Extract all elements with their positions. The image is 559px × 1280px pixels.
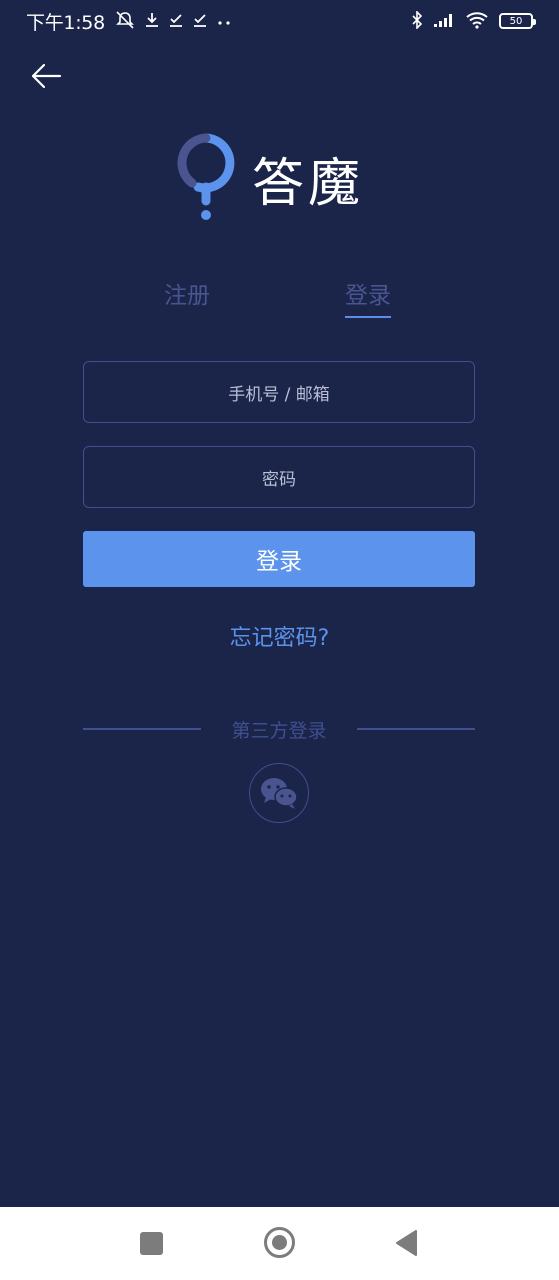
status-right: 50 [411,9,536,32]
auth-tabs: 注册 登录 [0,276,559,322]
arrow-left-icon [31,63,62,89]
divider-left [83,728,201,730]
bluetooth-icon [411,9,423,32]
triangle-back-icon [396,1230,417,1256]
back-button[interactable] [28,58,64,94]
password-input[interactable]: 密码 [83,446,475,508]
status-bar: 下午1:58 50 [0,0,559,42]
tab-register[interactable]: 注册 [164,276,210,318]
forgot-password-link[interactable]: 忘记密码? [0,620,559,652]
logo-text: 答魔 [252,153,365,214]
login-button[interactable]: 登录 [83,531,475,587]
home-button[interactable] [264,1227,295,1258]
tab-login[interactable]: 登录 [345,276,391,318]
download-done-icon [193,12,207,31]
question-mark-logo-icon [177,133,235,220]
divider-right [356,728,475,730]
mute-bell-icon [115,10,135,32]
recent-apps-button[interactable] [140,1232,163,1255]
status-left: 下午1:58 [26,8,231,35]
signal-icon [433,12,455,31]
wechat-login-button[interactable] [249,763,309,823]
download-done-icon [169,12,183,31]
battery-indicator: 50 [499,13,536,29]
battery-level: 50 [509,15,523,27]
account-input[interactable]: 手机号 / 邮箱 [83,361,475,423]
app-logo: 答魔 [176,132,386,224]
wechat-icon [261,778,298,809]
third-party-label: 第三方登录 [231,719,327,742]
system-back-button[interactable] [394,1229,418,1257]
download-icon [145,12,159,31]
more-notifications-icon [217,13,231,29]
status-time: 下午1:58 [26,11,105,34]
third-party-section: 第三方登录 [83,714,475,744]
system-nav-bar [0,1207,559,1280]
wifi-icon [465,11,489,32]
